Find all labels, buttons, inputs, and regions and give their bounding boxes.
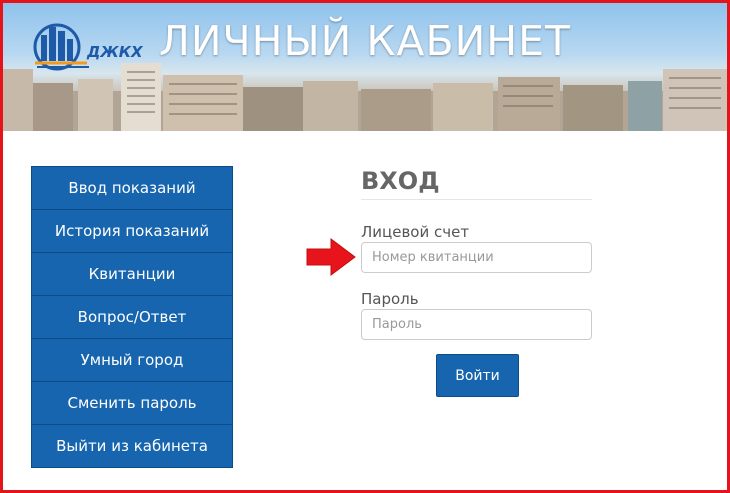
account-label: Лицевой счет	[361, 223, 470, 241]
login-button[interactable]: Войти	[436, 354, 519, 397]
sidebar-item-meter-input[interactable]: Ввод показаний	[31, 166, 233, 210]
login-form: ВХОД Лицевой счет Пароль Войти	[361, 166, 592, 397]
sidebar-item-change-password[interactable]: Сменить пароль	[31, 382, 233, 425]
header-banner: ДЖКХ ЛИЧНЫЙ КАБИНЕТ	[3, 3, 727, 131]
password-input[interactable]	[361, 309, 592, 340]
page-title: ЛИЧНЫЙ КАБИНЕТ	[159, 17, 572, 65]
sidebar-item-smart-city[interactable]: Умный город	[31, 339, 233, 382]
logo-text: ДЖКХ	[86, 43, 144, 61]
password-label: Пароль	[361, 290, 419, 308]
sidebar-item-meter-history[interactable]: История показаний	[31, 210, 233, 253]
sidebar-item-faq[interactable]: Вопрос/Ответ	[31, 296, 233, 339]
sidebar-item-logout[interactable]: Выйти из кабинета	[31, 425, 233, 468]
account-number-input[interactable]	[361, 242, 592, 273]
sidebar-menu: Ввод показаний История показаний Квитанц…	[31, 166, 233, 468]
red-arrow-icon	[306, 238, 356, 276]
djkh-logo: ДЖКХ	[33, 23, 144, 71]
login-heading: ВХОД	[361, 166, 592, 200]
sidebar-item-receipts[interactable]: Квитанции	[31, 253, 233, 296]
